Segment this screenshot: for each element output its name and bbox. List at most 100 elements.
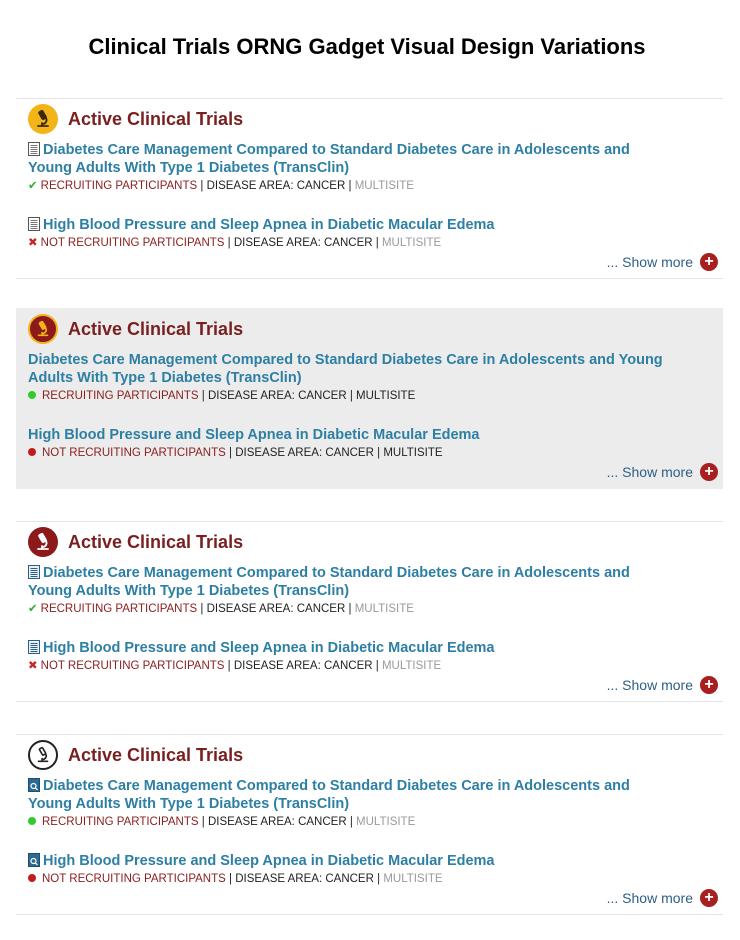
document-search-icon [28,853,40,867]
trial-title-text: Diabetes Care Management Compared to Sta… [28,142,630,176]
trial-title-text: Diabetes Care Management Compared to Sta… [28,352,663,386]
site-label: MULTISITE [356,390,416,402]
panel-title: Active Clinical Trials [68,108,244,129]
clinical-trials-panel-1: Active Clinical Trials Diabetes Care Man… [16,98,723,279]
trial-title-text: Diabetes Care Management Compared to Sta… [28,778,630,812]
panel-header: Active Clinical Trials [28,526,243,558]
trial-title-link[interactable]: High Blood Pressure and Sleep Apnea in D… [28,216,668,234]
separator: | [348,180,352,192]
panel-header: Active Clinical Trials [28,103,243,135]
status-dot-icon [28,874,36,882]
separator: | [229,873,233,885]
microscope-icon [28,740,58,770]
trial-meta: ✔ RECRUITING PARTICIPANTS | DISEASE AREA:… [28,601,668,617]
trial-title-link[interactable]: Diabetes Care Management Compared to Sta… [28,351,668,387]
clinical-trials-panel-4: Active Clinical Trials Diabetes Care Man… [16,734,723,915]
panel-header: Active Clinical Trials [28,739,243,771]
plus-circle-icon[interactable]: + [700,676,718,694]
trial-title-link[interactable]: High Blood Pressure and Sleep Apnea in D… [28,852,668,870]
cross-icon: ✖ [28,237,38,249]
show-more-label: ... Show more [606,890,693,906]
document-icon [28,217,40,231]
trial-item: High Blood Pressure and Sleep Apnea in D… [28,216,668,251]
status-label: NOT RECRUITING PARTICIPANTS [40,237,225,249]
site-label: MULTISITE [383,873,443,885]
panel-title: Active Clinical Trials [68,744,244,765]
show-more-link[interactable]: ... Show more + [607,463,718,481]
separator: | [349,816,353,828]
checkmark-icon: ✔ [28,603,38,615]
trial-item: Diabetes Care Management Compared to Sta… [28,777,668,830]
trial-item: High Blood Pressure and Sleep Apnea in D… [28,852,668,887]
trial-title-link[interactable]: Diabetes Care Management Compared to Sta… [28,777,668,813]
status-dot-icon [28,448,36,456]
trial-item: Diabetes Care Management Compared to Sta… [28,564,668,617]
trial-meta: RECRUITING PARTICIPANTS | DISEASE AREA: … [28,814,668,830]
site-label: MULTISITE [354,603,414,615]
site-label: MULTISITE [381,237,442,249]
show-more-link[interactable]: ... Show more + [607,676,718,694]
panel-title: Active Clinical Trials [68,531,244,552]
status-label: NOT RECRUITING PARTICIPANTS [40,660,225,672]
show-more-link[interactable]: ... Show more + [607,253,718,271]
show-more-label: ... Show more [606,254,693,270]
site-label: MULTISITE [354,180,414,192]
separator: | [201,816,205,828]
trial-title-text: High Blood Pressure and Sleep Apnea in D… [28,427,480,443]
clinical-trials-panel-3: Active Clinical Trials Diabetes Care Man… [16,521,723,702]
trial-title-text: High Blood Pressure and Sleep Apnea in D… [43,640,495,656]
trial-item: Diabetes Care Management Compared to Sta… [28,141,668,194]
trial-title-text: Diabetes Care Management Compared to Sta… [28,565,630,599]
cross-icon: ✖ [28,660,38,672]
plus-circle-icon[interactable]: + [700,253,718,271]
disease-area-label: DISEASE AREA: CANCER [235,447,374,459]
show-more-label: ... Show more [606,464,693,480]
clinical-trials-panel-2: Active Clinical Trials Diabetes Care Man… [16,308,723,489]
trial-meta: NOT RECRUITING PARTICIPANTS | DISEASE AR… [28,445,668,461]
microscope-icon [28,527,58,557]
disease-area-label: DISEASE AREA: CANCER [233,660,373,672]
separator: | [375,237,379,249]
trial-title-link[interactable]: Diabetes Care Management Compared to Sta… [28,564,668,600]
disease-area-label: DISEASE AREA: CANCER [206,603,346,615]
separator: | [229,447,233,459]
page-title: Clinical Trials ORNG Gadget Visual Desig… [88,34,646,59]
trial-title-link[interactable]: High Blood Pressure and Sleep Apnea in D… [28,639,668,657]
separator: | [227,237,231,249]
document-icon [28,142,40,156]
trial-meta: NOT RECRUITING PARTICIPANTS | DISEASE AR… [28,871,668,887]
trial-meta: RECRUITING PARTICIPANTS | DISEASE AREA: … [28,388,668,404]
status-label: RECRUITING PARTICIPANTS [42,816,199,828]
status-label: RECRUITING PARTICIPANTS [42,390,199,402]
show-more-link[interactable]: ... Show more + [607,889,718,907]
separator: | [200,603,204,615]
panel-header: Active Clinical Trials [28,313,243,345]
disease-area-label: DISEASE AREA: CANCER [207,390,347,402]
separator: | [375,660,379,672]
separator: | [349,390,353,402]
checkmark-icon: ✔ [28,180,38,192]
site-label: MULTISITE [356,816,416,828]
separator: | [227,660,231,672]
separator: | [200,180,204,192]
trial-title-link[interactable]: High Blood Pressure and Sleep Apnea in D… [28,426,668,444]
separator: | [201,390,205,402]
disease-area-label: DISEASE AREA: CANCER [233,237,373,249]
disease-area-label: DISEASE AREA: CANCER [207,816,347,828]
separator: | [377,873,381,885]
trial-item: High Blood Pressure and Sleep Apnea in D… [28,639,668,674]
status-label: NOT RECRUITING PARTICIPANTS [42,873,226,885]
plus-circle-icon[interactable]: + [700,889,718,907]
plus-circle-icon[interactable]: + [700,463,718,481]
status-label: NOT RECRUITING PARTICIPANTS [42,447,226,459]
trial-item: High Blood Pressure and Sleep Apnea in D… [28,426,668,461]
status-dot-icon [28,817,36,825]
trial-item: Diabetes Care Management Compared to Sta… [28,351,668,404]
trial-title-text: High Blood Pressure and Sleep Apnea in D… [43,217,495,233]
microscope-icon [28,314,58,344]
document-icon [28,640,40,654]
site-label: MULTISITE [383,447,443,459]
document-icon [28,565,40,579]
microscope-icon [28,104,58,134]
trial-title-link[interactable]: Diabetes Care Management Compared to Sta… [28,141,668,177]
